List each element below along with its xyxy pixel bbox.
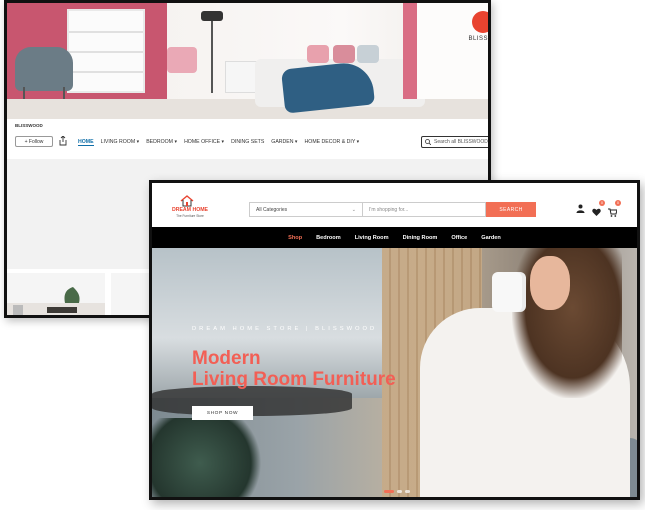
- cart-button[interactable]: 0: [608, 200, 621, 217]
- nav-home-decor[interactable]: HOME DECOR & DIY ▾: [305, 139, 360, 146]
- nav-living-room[interactable]: Living Room: [355, 235, 389, 241]
- nav-living-room[interactable]: LIVING ROOM ▾: [101, 139, 140, 146]
- heart-icon: [592, 208, 601, 216]
- nav-bedroom[interactable]: BEDROOM ▾: [146, 139, 177, 146]
- hero-title: Modern Living Room Furniture: [192, 348, 396, 390]
- logo-tagline: The Furniture Store: [176, 214, 204, 218]
- nav-bedroom[interactable]: Bedroom: [316, 235, 341, 241]
- hero-tagline: DREAM HOME STORE | BLISSWOOD: [192, 326, 378, 332]
- header-icons: 0 0: [576, 200, 621, 217]
- wishlist-count-badge: 0: [599, 200, 605, 206]
- bedroom-hero-image: BLISS: [7, 3, 488, 119]
- pillow: [357, 45, 379, 63]
- hero-banner: DREAM HOME STORE | BLISSWOOD Modern Livi…: [152, 248, 637, 497]
- nav-dining-sets[interactable]: DINING SETS: [231, 139, 264, 146]
- nav-garden[interactable]: GARDEN ▾: [271, 139, 297, 146]
- site-header: DREAM HOME The Furniture Store All Categ…: [152, 183, 637, 227]
- carousel-dot[interactable]: [405, 490, 410, 493]
- pink-curtain: [403, 3, 417, 99]
- nav-garden[interactable]: Garden: [481, 235, 501, 241]
- nav-dining-room[interactable]: Dining Room: [403, 235, 438, 241]
- site-logo[interactable]: DREAM HOME The Furniture Store: [168, 195, 208, 221]
- hero-person-face: [530, 256, 570, 310]
- bookshelf: [67, 9, 145, 93]
- pillow: [333, 45, 355, 63]
- dream-home-website-screenshot: DREAM HOME The Furniture Store All Categ…: [149, 180, 640, 500]
- pink-chair: [167, 47, 197, 73]
- nav-home-office[interactable]: HOME OFFICE ▾: [184, 139, 224, 146]
- blisswood-logo[interactable]: [472, 11, 488, 33]
- search-placeholder: Search all BLISSWOOD: [434, 139, 488, 145]
- floor-lamp: [201, 11, 223, 21]
- house-logo-icon: [180, 195, 194, 207]
- search-icon: [425, 139, 431, 145]
- lamp-pole: [211, 21, 213, 93]
- hero-title-line2: Living Room Furniture: [192, 369, 396, 390]
- category-select-value: All Categories: [256, 206, 288, 213]
- cart-count-badge: 0: [615, 200, 621, 206]
- nav-office[interactable]: Office: [451, 235, 467, 241]
- user-icon[interactable]: [576, 204, 585, 213]
- carousel-dots: [384, 490, 410, 493]
- main-nav: Shop Bedroom Living Room Dining Room Off…: [152, 227, 637, 248]
- carousel-dot-active[interactable]: [384, 490, 394, 493]
- store-search-input[interactable]: Search all BLISSWOOD: [421, 136, 488, 148]
- shop-now-button[interactable]: SHOP NOW: [192, 406, 253, 420]
- logo-text: BLISS: [468, 36, 488, 42]
- hero-title-line1: Modern: [192, 348, 261, 369]
- pillow: [307, 45, 329, 63]
- store-nav: HOME LIVING ROOM ▾ BEDROOM ▾ HOME OFFICE…: [78, 139, 359, 146]
- brand-name: BLISSWOOD: [15, 123, 43, 128]
- category-select[interactable]: All Categories ⌄: [249, 202, 362, 217]
- living-room-thumbnail-image: [7, 287, 105, 315]
- chevron-down-icon: ⌄: [351, 207, 356, 213]
- search-input[interactable]: I'm shopping for...: [362, 202, 486, 217]
- search-button[interactable]: SEARCH: [486, 202, 536, 217]
- cart-icon: [608, 208, 618, 217]
- blue-blanket: [280, 60, 376, 114]
- product-thumbnail[interactable]: [7, 273, 105, 315]
- hero-coffee-mug: [492, 272, 526, 312]
- nav-home[interactable]: HOME: [78, 139, 94, 146]
- carousel-dot[interactable]: [397, 490, 402, 493]
- nav-shop[interactable]: Shop: [288, 235, 302, 241]
- logo-name: DREAM HOME: [171, 207, 209, 213]
- wishlist-button[interactable]: 0: [592, 200, 605, 216]
- follow-button[interactable]: + Follow: [15, 136, 53, 147]
- grey-armchair: [15, 47, 73, 91]
- hero-plant: [152, 418, 272, 497]
- share-icon[interactable]: [59, 136, 67, 146]
- search-placeholder: I'm shopping for...: [369, 206, 409, 213]
